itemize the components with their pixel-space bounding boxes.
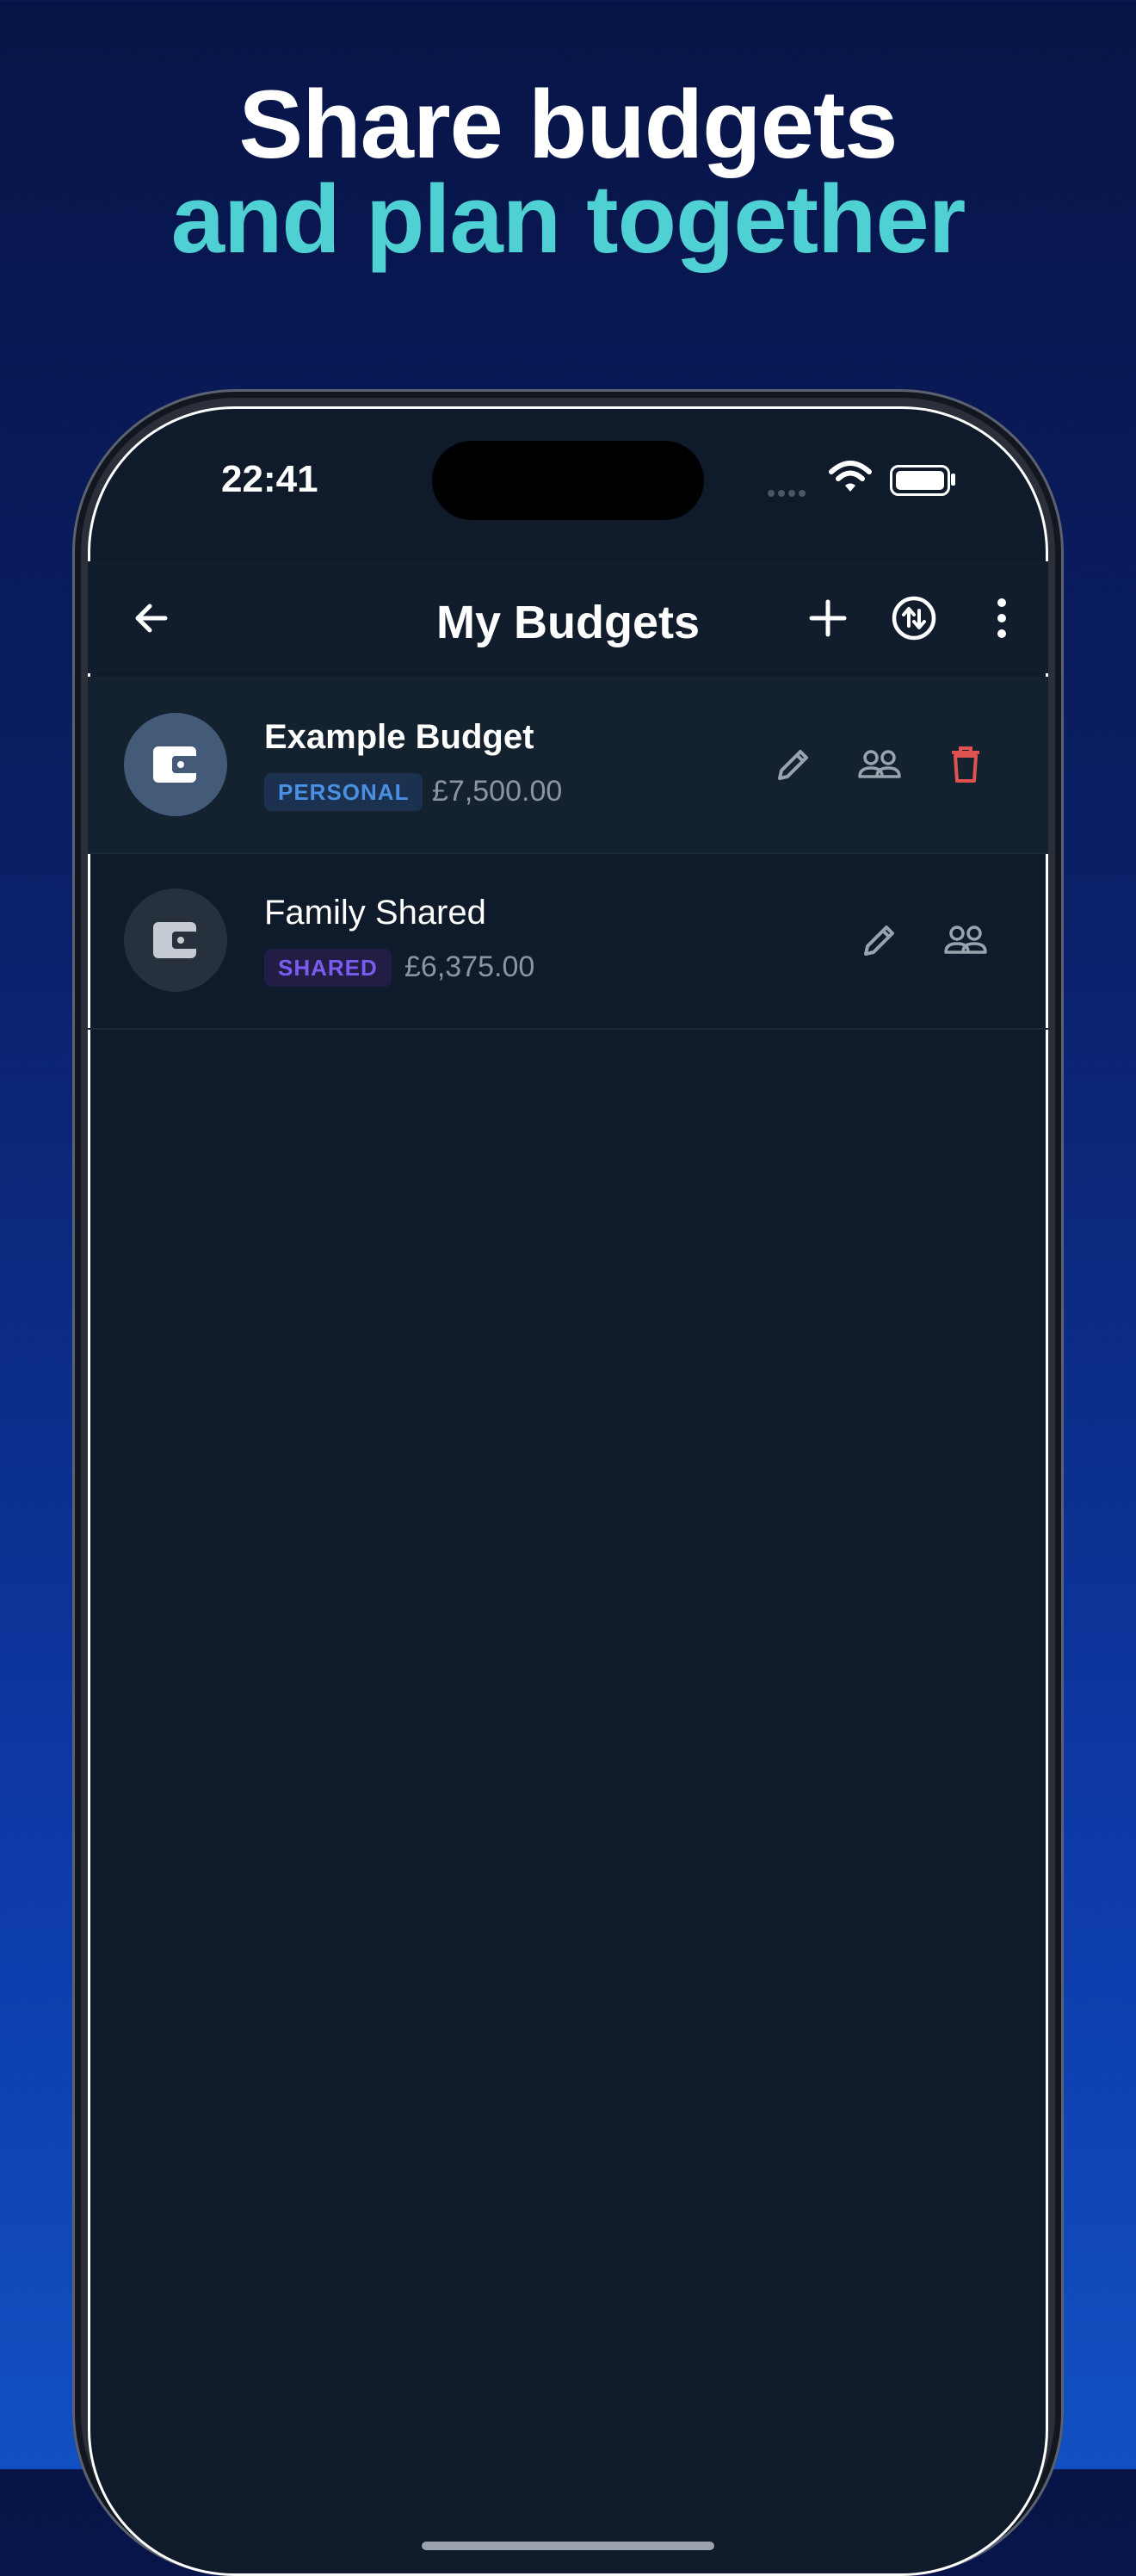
delete-icon[interactable] xyxy=(940,739,991,790)
edit-icon[interactable] xyxy=(768,739,819,790)
budget-row-family[interactable]: Family Shared SHARED £6,375.00 xyxy=(88,852,1048,1030)
headline-line2: and plan together xyxy=(170,165,966,273)
phone-screen: 22:41 My Budgets Example Budget PERSONAL… xyxy=(88,406,1048,2576)
swap-icon[interactable] xyxy=(890,594,938,642)
budget-amount: £7,500.00 xyxy=(432,775,563,808)
budget-name: Family Shared xyxy=(264,894,486,932)
wallet-icon xyxy=(153,746,198,783)
app-bar: My Budgets xyxy=(88,561,1048,673)
status-time: 22:41 xyxy=(221,458,318,500)
personal-badge: PERSONAL xyxy=(264,773,423,811)
wallet-avatar xyxy=(124,713,227,816)
signal-icon xyxy=(768,486,809,501)
more-vert-icon[interactable] xyxy=(978,594,1026,642)
people-icon[interactable] xyxy=(940,914,991,966)
shared-badge: SHARED xyxy=(264,949,392,987)
budget-name: Example Budget xyxy=(264,718,534,756)
wallet-avatar xyxy=(124,889,227,992)
people-icon[interactable] xyxy=(854,739,905,790)
edit-icon[interactable] xyxy=(854,914,905,966)
wallet-icon xyxy=(153,922,198,958)
add-icon[interactable] xyxy=(804,594,852,642)
wifi-icon xyxy=(828,460,873,498)
home-indicator[interactable] xyxy=(422,2542,714,2550)
budget-amount: £6,375.00 xyxy=(404,951,535,983)
dynamic-island xyxy=(432,441,704,520)
battery-icon xyxy=(890,465,950,496)
battery-nub xyxy=(951,474,955,486)
budget-row-example[interactable]: Example Budget PERSONAL £7,500.00 xyxy=(88,677,1048,854)
